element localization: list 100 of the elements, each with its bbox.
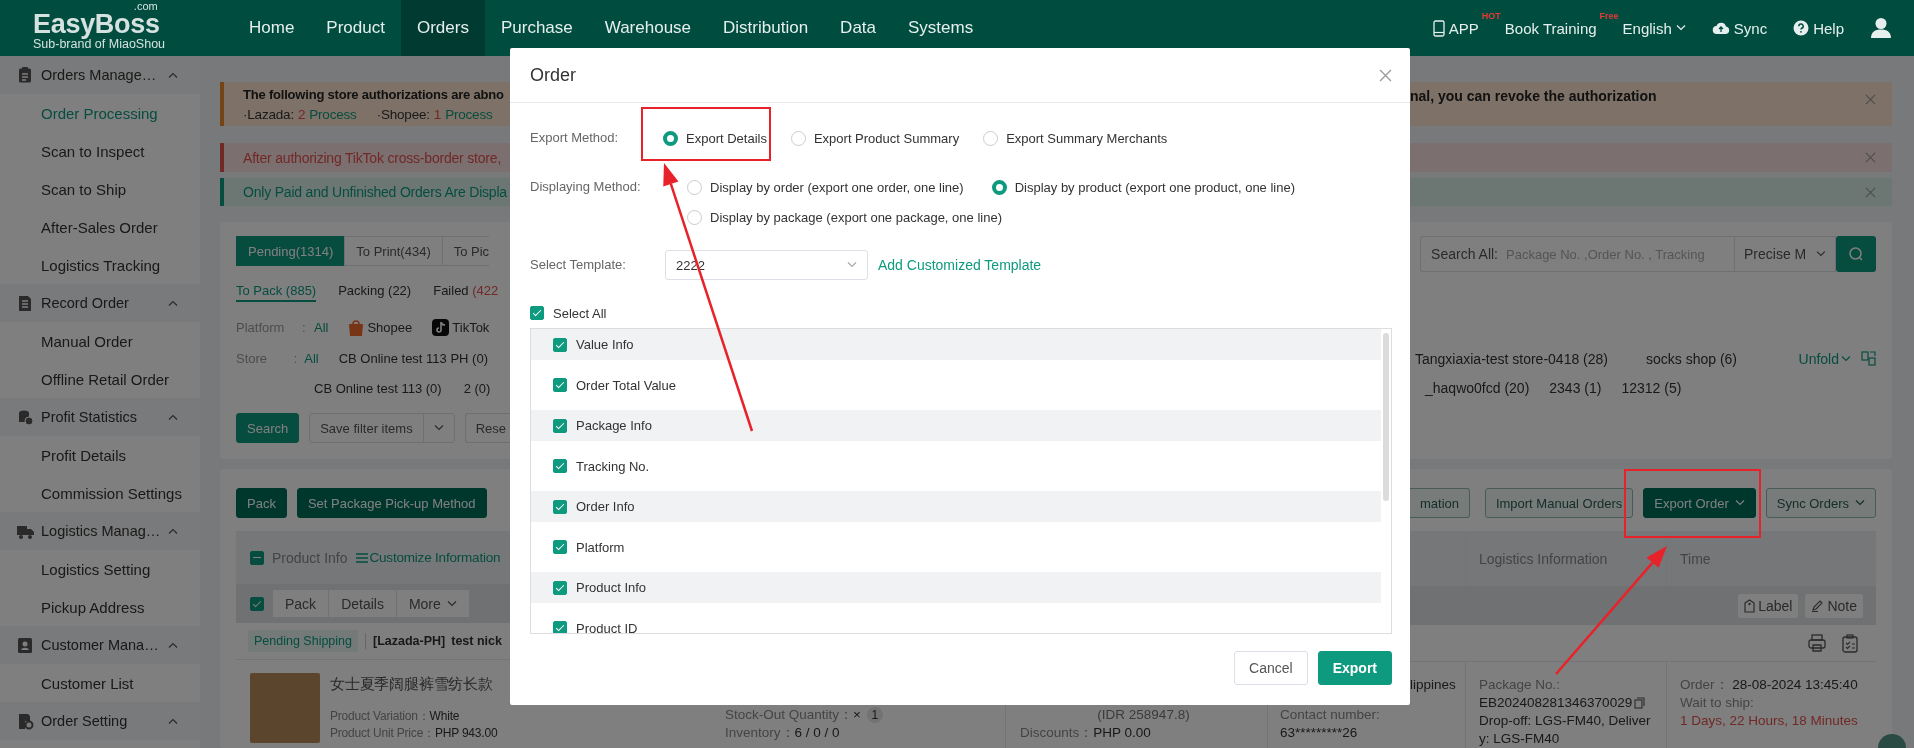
save-filter-button[interactable]: Save filter items <box>309 413 424 443</box>
sub-tab[interactable]: To Pack (885) <box>236 280 317 302</box>
store-option[interactable]: 2 (0) <box>463 380 491 396</box>
checkbox-label[interactable]: Order Info <box>576 499 635 514</box>
checkbox-label[interactable]: Package Info <box>576 418 652 433</box>
sidebar-item[interactable]: Logistics Tracking <box>0 246 200 284</box>
nav-menu-item[interactable]: Data <box>824 0 893 56</box>
radio-label[interactable]: Export Summary Merchants <box>1006 130 1168 146</box>
checkbox[interactable] <box>553 459 567 473</box>
status-tab[interactable]: To Pic <box>441 236 490 266</box>
store-option[interactable]: CB Online test 113 (0) <box>314 380 442 396</box>
nav-menu-item[interactable]: Orders <box>400 0 485 56</box>
close-icon[interactable] <box>1865 186 1876 198</box>
printer-icon[interactable] <box>1808 634 1826 652</box>
toolbar-button[interactable]: mation <box>1410 488 1471 518</box>
checkbox[interactable] <box>553 337 567 352</box>
platform-option[interactable]: TikTok <box>432 318 490 336</box>
store-option[interactable]: 12312 (5) <box>1621 380 1682 396</box>
radio-label[interactable]: Display by package (export one package, one line) <box>710 209 1002 225</box>
store-option[interactable]: All <box>304 351 319 366</box>
scrollbar-thumb[interactable] <box>1383 333 1389 501</box>
nav-menu-item[interactable]: Purchase <box>484 0 589 56</box>
layout-icon[interactable] <box>1861 351 1876 366</box>
close-icon[interactable] <box>1865 152 1876 163</box>
toolbar-button[interactable]: Export Order <box>1643 488 1756 518</box>
checkbox[interactable] <box>553 621 567 633</box>
sidebar-item[interactable]: Customer List <box>0 664 200 702</box>
nav-menu-item[interactable]: Distribution <box>707 0 825 56</box>
radio-button[interactable] <box>687 209 702 225</box>
radio-button[interactable] <box>991 179 1007 195</box>
store-option[interactable]: 2343 (1) <box>1549 380 1602 396</box>
sub-tab[interactable]: Packing (22) <box>338 280 412 302</box>
close-button[interactable] <box>1379 68 1392 82</box>
store-option[interactable]: socks shop (6) <box>1646 350 1738 367</box>
cancel-button[interactable]: Cancel <box>1234 651 1308 685</box>
sidebar-item[interactable]: After-Sales Order <box>0 208 200 246</box>
label-button[interactable]: Label <box>1738 593 1799 618</box>
checkbox[interactable] <box>553 499 567 514</box>
note-button[interactable]: Note <box>1805 593 1863 618</box>
checkbox[interactable] <box>530 306 544 320</box>
product-title[interactable]: 女士夏季阔腿裤雪纺长款 <box>330 675 498 694</box>
sidebar-item[interactable]: Manual Order <box>0 322 200 360</box>
toolbar-button[interactable]: Import Manual Orders <box>1484 488 1634 518</box>
sidebar-item[interactable]: Logistics Setting <box>0 550 200 588</box>
sidebar-item[interactable]: Profit Details <box>0 436 200 474</box>
checkbox[interactable] <box>553 580 567 595</box>
checkbox[interactable] <box>250 596 264 611</box>
sync-button[interactable]: Sync <box>1711 19 1768 37</box>
batch-action-button[interactable]: Pack <box>273 590 330 617</box>
export-button[interactable]: Export <box>1317 651 1392 685</box>
user-icon[interactable] <box>1870 17 1892 39</box>
radio-button[interactable] <box>983 130 999 146</box>
status-tab[interactable]: To Print(434) <box>344 236 443 266</box>
store-option[interactable]: CB Online test 113 PH (0) <box>338 351 488 366</box>
checkbox[interactable] <box>553 378 567 392</box>
toolbar-button[interactable]: Sync Orders <box>1765 488 1876 518</box>
nav-menu-item[interactable]: Product <box>310 0 401 56</box>
radio-button[interactable] <box>663 130 678 146</box>
checkbox-label[interactable]: Product ID <box>576 620 638 633</box>
platform-option[interactable]: Shopee <box>348 318 413 336</box>
radio-label[interactable]: Export Details <box>686 130 767 146</box>
nav-menu-item[interactable]: Home <box>233 0 311 56</box>
sub-tab[interactable]: Failed (422 <box>433 280 499 302</box>
search-button[interactable] <box>1836 236 1876 272</box>
checkbox-label[interactable]: Product Info <box>576 580 647 595</box>
sidebar-item[interactable]: Offline Retail Order <box>0 360 200 398</box>
add-template-link[interactable]: Add Customized Template <box>878 250 1042 280</box>
sidebar-item[interactable]: Scan to Inspect <box>0 132 200 170</box>
copy-icon[interactable] <box>1634 697 1646 709</box>
platform-option[interactable]: All <box>314 319 329 335</box>
checkbox[interactable] <box>553 540 567 554</box>
nav-menu-item[interactable]: Warehouse <box>588 0 708 56</box>
checkbox[interactable] <box>553 418 567 433</box>
checkbox[interactable] <box>250 550 264 565</box>
clipboard-check-icon[interactable] <box>1842 633 1858 653</box>
unfold-link[interactable]: Unfold <box>1798 350 1851 367</box>
sidebar-item[interactable]: Scan to Ship <box>0 170 200 208</box>
nav-menu-item[interactable]: Systems <box>892 0 990 56</box>
language-select[interactable]: English <box>1622 19 1686 37</box>
radio-button[interactable] <box>790 130 806 146</box>
store-option[interactable]: Tangxiaxia-test store-0418 (28) <box>1415 350 1608 367</box>
help-link[interactable]: Help <box>1793 19 1844 37</box>
radio-button[interactable] <box>687 179 702 195</box>
toolbar-button[interactable]: Pack <box>236 488 287 518</box>
toolbar-button[interactable]: Set Package Pick-up Method <box>296 488 487 518</box>
radio-label[interactable]: Export Product Summary <box>813 130 960 146</box>
radio-label[interactable]: Display by order (export one order, one line) <box>710 179 964 195</box>
sidebar-item[interactable]: Order Processing <box>0 94 200 132</box>
search-button[interactable]: Search <box>236 413 300 443</box>
checkbox-label[interactable]: Order Total Value <box>576 377 676 393</box>
radio-label[interactable]: Display by product (export one product, one line) <box>1014 179 1296 195</box>
checkbox-label[interactable]: Platform <box>576 539 625 555</box>
checkbox-label[interactable]: Tracking No. <box>576 458 650 474</box>
checkbox-label[interactable]: Value Info <box>576 337 634 352</box>
sidebar-item[interactable]: Pickup Address <box>0 588 200 626</box>
store-option[interactable]: _haqwo0fcd (20) <box>1425 380 1530 396</box>
status-tab[interactable]: Pending(1314) <box>236 236 346 266</box>
sidebar-item[interactable]: Commission Settings <box>0 474 200 512</box>
checkbox-label[interactable]: Select All <box>553 305 607 321</box>
close-icon[interactable] <box>1865 94 1876 105</box>
